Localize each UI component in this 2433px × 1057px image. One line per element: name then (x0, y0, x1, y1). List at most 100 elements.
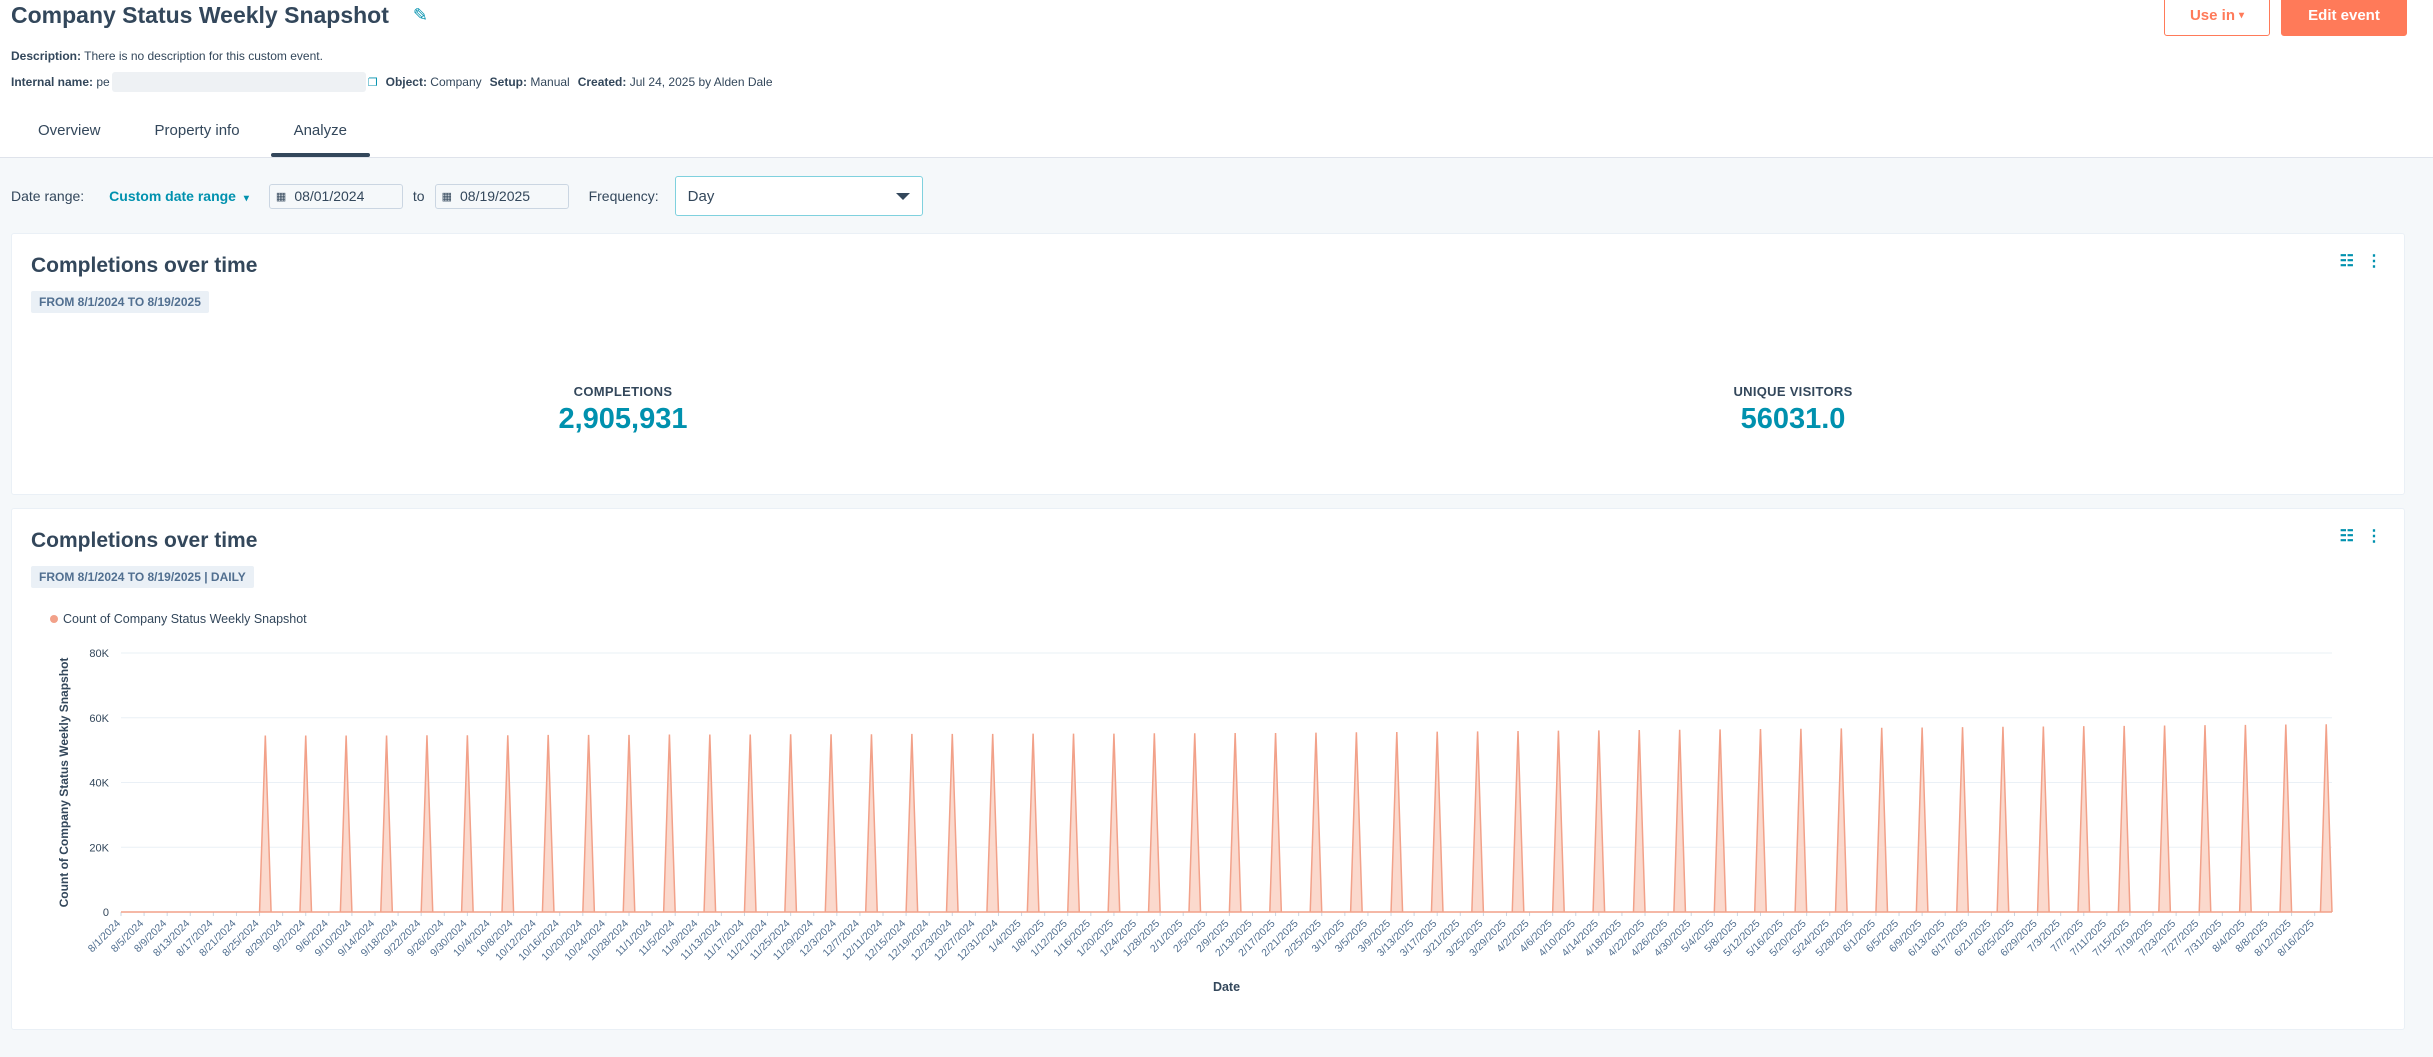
area-spike (461, 735, 474, 912)
area-spike (1067, 733, 1080, 912)
caret-down-icon: ▾ (243, 193, 249, 204)
page-header: Company Status Weekly Snapshot ✎ Use in … (0, 0, 2433, 158)
area-spike (663, 734, 676, 912)
area-spike (582, 734, 595, 912)
area-spike (380, 735, 393, 912)
completions-kpi: COMPLETIONS 2,905,931 (483, 384, 763, 436)
area-spike (1875, 727, 1888, 912)
area-spike (865, 734, 878, 912)
area-spike (1593, 730, 1605, 912)
end-date-input[interactable]: ▦ 08/19/2025 (434, 183, 569, 209)
page-title: Company Status Weekly Snapshot (11, 1, 389, 28)
area-spike (2280, 724, 2292, 912)
area-spike (704, 734, 716, 912)
area-spike (1714, 729, 1726, 912)
copy-icon[interactable]: ❐ (368, 76, 378, 89)
frequency-label: Frequency: (588, 188, 659, 204)
filter-settings-icon[interactable]: ☷ (2340, 251, 2354, 271)
y-tick-label: 60K (89, 713, 109, 725)
area-spike (784, 734, 797, 912)
frequency-value: Day (687, 187, 715, 205)
to-label: to (412, 188, 425, 204)
kpi-label: UNIQUE VISITORS (1733, 384, 1853, 399)
setup-label: Setup: (489, 75, 527, 89)
setup-value: Manual (530, 75, 570, 89)
legend-label: Count of Company Status Weekly Snapshot (63, 612, 307, 626)
area-spike (259, 735, 272, 912)
area-spike (2037, 726, 2050, 912)
area-spike (906, 733, 918, 912)
redacted-internal-name (111, 72, 366, 92)
area-spike (1997, 726, 2009, 912)
area-spike (1916, 727, 1928, 912)
date-range-dropdown[interactable]: Custom date range ▾ (109, 188, 249, 204)
use-in-label: Use in (2189, 6, 2235, 24)
tab-overview[interactable]: Overview (11, 113, 128, 157)
y-tick-label: 20K (89, 842, 109, 854)
end-date-value: 08/19/2025 (460, 188, 531, 204)
date-range-label: Date range: (11, 188, 85, 204)
frequency-select[interactable]: Day (674, 176, 923, 216)
area-spike (421, 735, 433, 912)
description-value: There is no description for this custom … (84, 49, 323, 63)
tab-property-info[interactable]: Property info (128, 113, 267, 157)
area-spike (1512, 731, 1524, 912)
area-spike (744, 734, 757, 912)
object-label: Object: (385, 75, 427, 89)
y-tick-label: 80K (89, 648, 109, 660)
area-spike (1673, 729, 1686, 912)
area-spike (1633, 730, 1646, 912)
area-spike (1027, 733, 1039, 912)
card-actions: ☷ ⋮ (2340, 251, 2382, 271)
area-spike (623, 734, 635, 912)
y-tick-label: 0 (103, 907, 109, 919)
description-label: Description: (11, 49, 82, 63)
internal-name-label: Internal name: (11, 75, 94, 89)
area-spike (502, 735, 514, 912)
tab-bar: Overview Property info Analyze (11, 113, 374, 157)
edit-event-button[interactable]: Edit event (2281, 0, 2407, 36)
object-value: Company (430, 75, 482, 89)
x-axis-label: Date (1213, 980, 1240, 994)
area-spike (542, 734, 554, 912)
y-axis-label: Count of Company Status Weekly Snapshot (57, 658, 71, 908)
area-spike (2320, 724, 2332, 912)
internal-name-value: pe (96, 75, 110, 89)
area-spike (946, 733, 959, 912)
area-spike (1188, 733, 1201, 912)
filter-row: Date range: Custom date range ▾ ▦ 08/01/… (11, 176, 923, 216)
description-row: Description: There is no description for… (11, 49, 323, 63)
created-value: Jul 24, 2025 by Alden Dale (629, 75, 773, 89)
created-label: Created: (577, 75, 627, 89)
area-spike (1471, 731, 1484, 912)
area-spike (986, 733, 999, 912)
area-spike (1391, 731, 1403, 912)
area-spike (1754, 729, 1767, 912)
tab-analyze[interactable]: Analyze (267, 113, 374, 157)
kpi-value: 2,905,931 (558, 403, 688, 435)
area-spike (1269, 732, 1282, 912)
area-spike (299, 735, 312, 912)
pencil-icon[interactable]: ✎ (413, 5, 428, 26)
area-spike (1552, 730, 1565, 912)
chart-card: Completions over time FROM 8/1/2024 TO 8… (11, 508, 2405, 1030)
y-tick-label: 40K (89, 778, 109, 790)
use-in-button[interactable]: Use in ▾ (2164, 0, 2270, 36)
title-row: Company Status Weekly Snapshot ✎ (11, 0, 428, 30)
area-spike (1310, 732, 1322, 912)
more-options-icon[interactable]: ⋮ (2366, 251, 2382, 271)
start-date-input[interactable]: ▦ 08/01/2024 (268, 183, 403, 209)
meta-row: Internal name: pe ❐ Object: Company Setu… (11, 72, 773, 92)
area-spike (2118, 725, 2130, 912)
date-range-tag: FROM 8/1/2024 TO 8/19/2025 (31, 291, 209, 313)
area-spike (2199, 725, 2211, 912)
start-date-value: 08/01/2024 (294, 188, 365, 204)
calendar-icon: ▦ (441, 190, 452, 203)
area-spike (1795, 728, 1807, 912)
date-range-value: Custom date range (109, 188, 236, 204)
area-spike (2239, 724, 2252, 912)
area-spike (825, 734, 837, 912)
legend-marker (50, 615, 58, 623)
area-spike (1431, 731, 1443, 912)
area-spike (1108, 733, 1120, 912)
